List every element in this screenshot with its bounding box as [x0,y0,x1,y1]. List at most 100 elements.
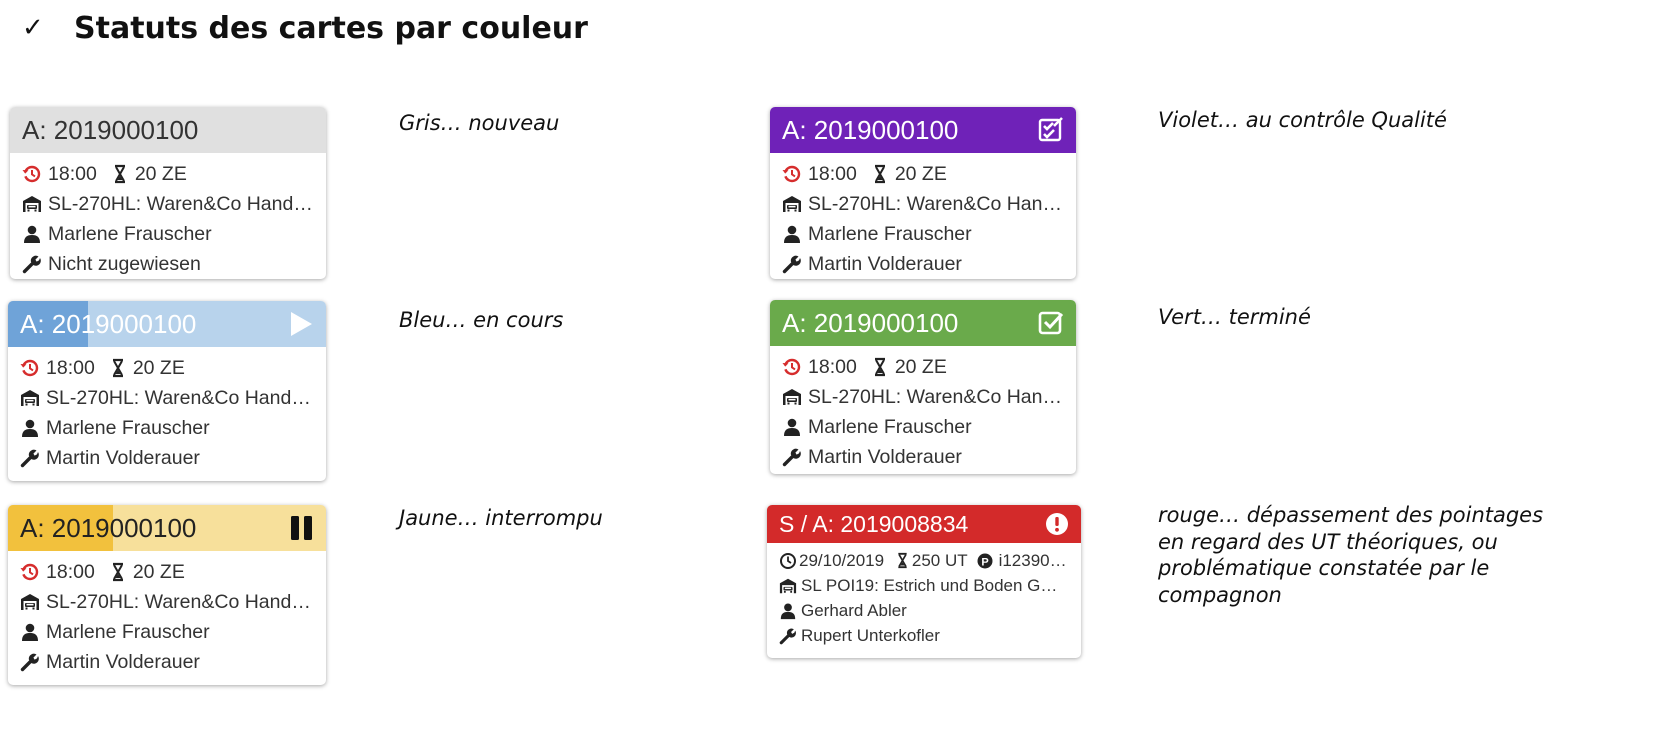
vehicle-row: SL-270HL: Waren&Co Handels… [22,189,314,219]
date-value: 29/10/2019 [799,550,885,570]
user-icon [784,418,800,436]
label-yellow: Jaune… interrompu [399,506,603,530]
mechanic-row: Martin Volderauer [20,443,314,473]
section-title: Statuts des cartes par couleur [74,10,588,46]
user-icon [24,225,40,243]
wrench-icon [20,652,40,672]
play-icon[interactable] [288,310,314,338]
order-number: A: 2019000100 [782,307,959,338]
time-value: 18:00 [46,356,95,379]
time-row: 18:00 20 ZE [20,353,314,383]
duration-value: 20 ZE [132,356,185,379]
duration-value: 20 ZE [134,162,187,185]
order-number: S / A: 2019008834 [779,510,969,537]
person-row: Marlene Frauscher [20,617,314,647]
history-icon [20,359,39,377]
vehicle-value: SL-270HL: Waren&Co Handel… [46,590,314,613]
vehicle-value: SL-270HL: Waren&Co Handel… [46,386,314,409]
label-green: Vert… terminé [1158,305,1311,329]
hourglass-icon [113,164,126,184]
user-icon [22,623,38,641]
clock-icon [780,552,796,569]
wrench-icon [22,254,42,274]
checklist-icon[interactable] [1038,116,1064,142]
mechanic-row: Martin Volderauer [782,249,1064,279]
history-icon [20,563,39,581]
order-card-red[interactable]: S / A: 2019008834 29/10/2019 250 UT i123… [767,505,1081,658]
mechanic-value: Martin Volderauer [808,445,962,468]
card-header: A: 2019000100 [8,301,326,347]
time-value: 18:00 [46,560,95,583]
garage-icon [23,196,41,212]
wrench-icon [782,254,802,274]
time-value: 18:00 [808,355,857,378]
hourglass-icon [897,552,908,569]
order-number: A: 2019000100 [20,512,197,543]
history-icon [782,358,801,376]
person-value: Marlene Frauscher [46,416,210,439]
order-card-purple[interactable]: A: 2019000100 18:00 20 ZE SL-270HL: Ware… [770,107,1076,279]
user-icon [784,225,800,243]
hourglass-icon [873,357,886,377]
checkbox-checked-icon[interactable] [1038,309,1064,335]
duration-value: 20 ZE [132,560,185,583]
time-row: 18:00 20 ZE [22,159,314,189]
person-value: Marlene Frauscher [808,415,972,438]
parking-icon [977,553,993,568]
label-gray: Gris… nouveau [399,111,560,135]
garage-icon [783,196,801,212]
duration-value: 20 ZE [894,355,947,378]
person-row: Marlene Frauscher [20,413,314,443]
person-value: Marlene Frauscher [808,222,972,245]
label-red: rouge… dépassement des pointages en rega… [1158,503,1544,607]
time-row: 18:00 20 ZE [782,159,1064,189]
person-row: Marlene Frauscher [22,219,314,249]
person-row: Marlene Frauscher [782,219,1064,249]
order-card-gray[interactable]: A: 2019000100 18:00 20 ZE SL-270HL: Ware… [10,107,326,279]
vehicle-value: SL POI19: Estrich und Boden GmbH [801,575,1069,595]
mechanic-row: Nicht zugewiesen [22,249,314,279]
mechanic-row: Martin Volderauer [782,442,1064,472]
garage-icon [783,389,801,405]
card-header: A: 2019000100 [8,505,326,551]
time-row: 18:00 20 ZE [782,352,1064,382]
duration-value: 20 ZE [894,162,947,185]
vehicle-row: SL-270HL: Waren&Co Handel… [782,382,1064,412]
history-icon [782,165,801,183]
vehicle-row: SL-270HL: Waren&Co Handel… [20,587,314,617]
vehicle-value: SL-270HL: Waren&Co Handel… [808,385,1064,408]
card-header: A: 2019000100 [10,107,326,153]
order-card-blue[interactable]: A: 2019000100 18:00 20 ZE SL-270HL: Ware… [8,301,326,481]
history-icon [22,165,41,183]
reference-value: i12390T… [998,550,1069,570]
wrench-icon [779,626,797,644]
label-blue: Bleu… en cours [399,308,564,332]
pause-icon[interactable] [290,514,314,542]
mechanic-row: Rupert Unterkofler [779,623,1069,648]
user-icon [22,419,38,437]
vehicle-value: SL-270HL: Waren&Co Handel… [808,192,1064,215]
vehicle-row: SL POI19: Estrich und Boden GmbH [779,573,1069,598]
order-number: A: 2019000100 [20,308,197,339]
order-card-green[interactable]: A: 2019000100 18:00 20 ZE SL-270HL: Ware… [770,300,1076,474]
person-value: Marlene Frauscher [48,222,212,245]
order-card-yellow[interactable]: A: 2019000100 18:00 20 ZE SL-270HL: Ware… [8,505,326,685]
card-header: A: 2019000100 [770,107,1076,153]
alert-icon[interactable] [1045,512,1069,536]
mechanic-value: Rupert Unterkofler [801,625,940,645]
garage-icon [779,578,797,593]
label-purple: Violet… au contrôle Qualité [1158,108,1447,132]
garage-icon [21,594,39,610]
mechanic-value: Martin Volderauer [46,446,200,469]
mechanic-value: Nicht zugewiesen [48,252,201,275]
section-heading: ✓ Statuts des cartes par couleur [22,8,588,48]
person-value: Marlene Frauscher [46,620,210,643]
duration-value: 250 UT [911,550,968,570]
garage-icon [21,390,39,406]
order-number: A: 2019000100 [22,114,199,145]
wrench-icon [20,448,40,468]
mechanic-value: Martin Volderauer [808,252,962,275]
time-value: 18:00 [48,162,97,185]
person-row: Gerhard Abler [779,598,1069,623]
checkmark-icon: ✓ [22,13,44,43]
